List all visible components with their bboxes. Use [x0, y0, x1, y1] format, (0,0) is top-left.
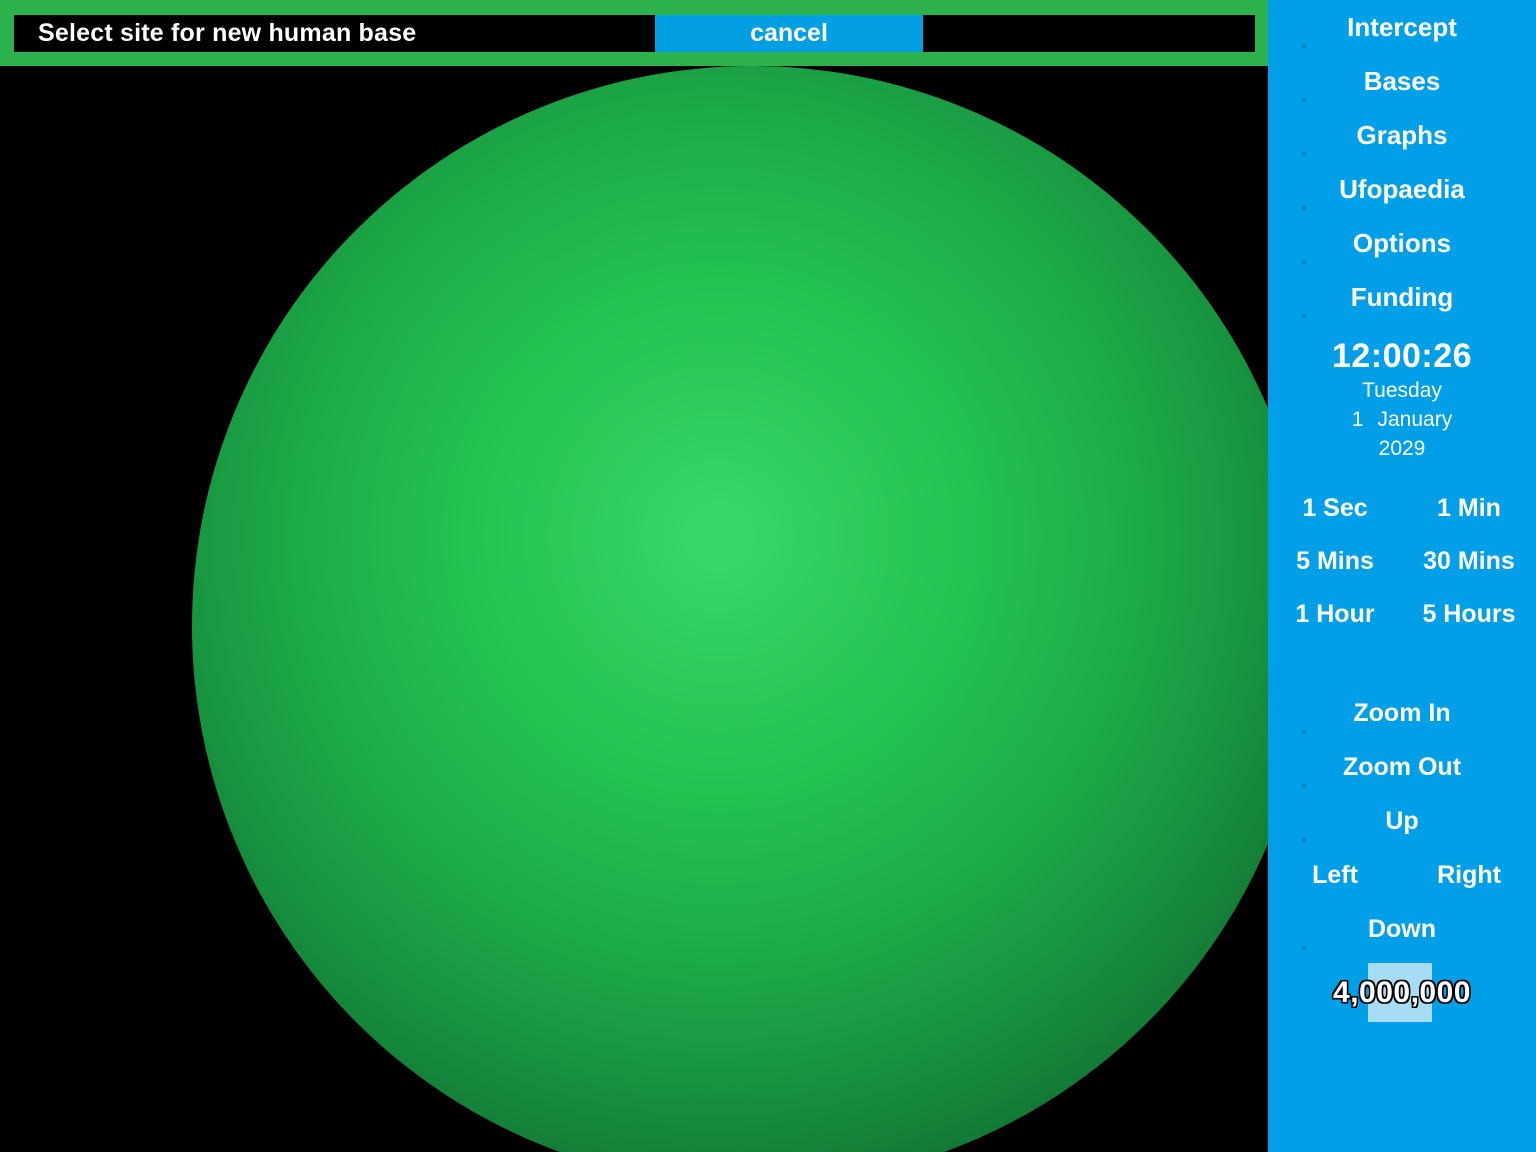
- speed-button-1-hour[interactable]: 1 Hour: [1268, 588, 1402, 641]
- message-bar-filler: [923, 15, 1255, 52]
- menu-item-bases[interactable]: Bases: [1268, 54, 1536, 108]
- menu-item-label: Graphs: [1356, 120, 1448, 150]
- speed-button-30-mins[interactable]: 30 Mins: [1402, 535, 1536, 588]
- message-prompt-text: Select site for new human base: [38, 19, 417, 47]
- message-bar-panel: Select site for new human base cancel: [14, 15, 1255, 52]
- main-menu: Intercept Bases Graphs Ufopaedia Options…: [1268, 0, 1536, 324]
- menu-item-label: Ufopaedia: [1339, 174, 1465, 204]
- menu-item-label: Funding: [1350, 282, 1454, 312]
- map-navigation-controls: Zoom In Zoom Out Up Left Right Down: [1268, 686, 1536, 956]
- zoom-out-button[interactable]: Zoom Out: [1268, 740, 1536, 794]
- geoscape-viewport[interactable]: [0, 0, 1268, 1152]
- speed-button-1-sec[interactable]: 1 Sec: [1268, 482, 1402, 535]
- pan-right-button[interactable]: Right: [1402, 848, 1536, 902]
- clock-date: 1 January: [1268, 405, 1536, 434]
- pan-horizontal-row: Left Right: [1268, 848, 1536, 902]
- menu-item-label: Options: [1352, 228, 1452, 258]
- clock-weekday: Tuesday: [1362, 379, 1442, 402]
- cancel-button[interactable]: cancel: [655, 15, 923, 52]
- clock-year: 2029: [1378, 437, 1426, 460]
- planet-globe[interactable]: [192, 66, 1268, 1152]
- sidebar: Intercept Bases Graphs Ufopaedia Options…: [1268, 0, 1536, 1152]
- menu-item-intercept[interactable]: Intercept: [1268, 0, 1536, 54]
- menu-item-options[interactable]: Options: [1268, 216, 1536, 270]
- speed-button-5-mins[interactable]: 5 Mins: [1268, 535, 1402, 588]
- clock-time: 12:00:26: [1331, 337, 1473, 375]
- funds-amount: 4,000,000: [1333, 976, 1471, 1009]
- speed-button-1-min[interactable]: 1 Min: [1402, 482, 1536, 535]
- menu-item-label: Bases: [1363, 66, 1441, 96]
- menu-item-ufopaedia[interactable]: Ufopaedia: [1268, 162, 1536, 216]
- zoom-in-button[interactable]: Zoom In: [1268, 686, 1536, 740]
- pan-up-button[interactable]: Up: [1268, 794, 1536, 848]
- clock-month: January: [1377, 408, 1453, 431]
- menu-item-label: Intercept: [1347, 12, 1457, 42]
- time-speed-controls: 1 Sec 1 Min 5 Mins 30 Mins 1 Hour 5 Hour…: [1268, 482, 1536, 641]
- funds-display: 4,000,000: [1268, 963, 1536, 1025]
- pan-left-button[interactable]: Left: [1268, 848, 1402, 902]
- menu-item-graphs[interactable]: Graphs: [1268, 108, 1536, 162]
- pan-down-button[interactable]: Down: [1268, 902, 1536, 956]
- speed-button-5-hours[interactable]: 5 Hours: [1402, 588, 1536, 641]
- game-clock: 12:00:26 Tuesday 1 January 2029: [1268, 336, 1536, 463]
- geoscape-screen: Select site for new human base cancel In…: [0, 0, 1536, 1152]
- menu-item-funding[interactable]: Funding: [1268, 270, 1536, 324]
- message-bar: Select site for new human base cancel: [0, 0, 1268, 66]
- clock-day-number: 1: [1351, 408, 1364, 431]
